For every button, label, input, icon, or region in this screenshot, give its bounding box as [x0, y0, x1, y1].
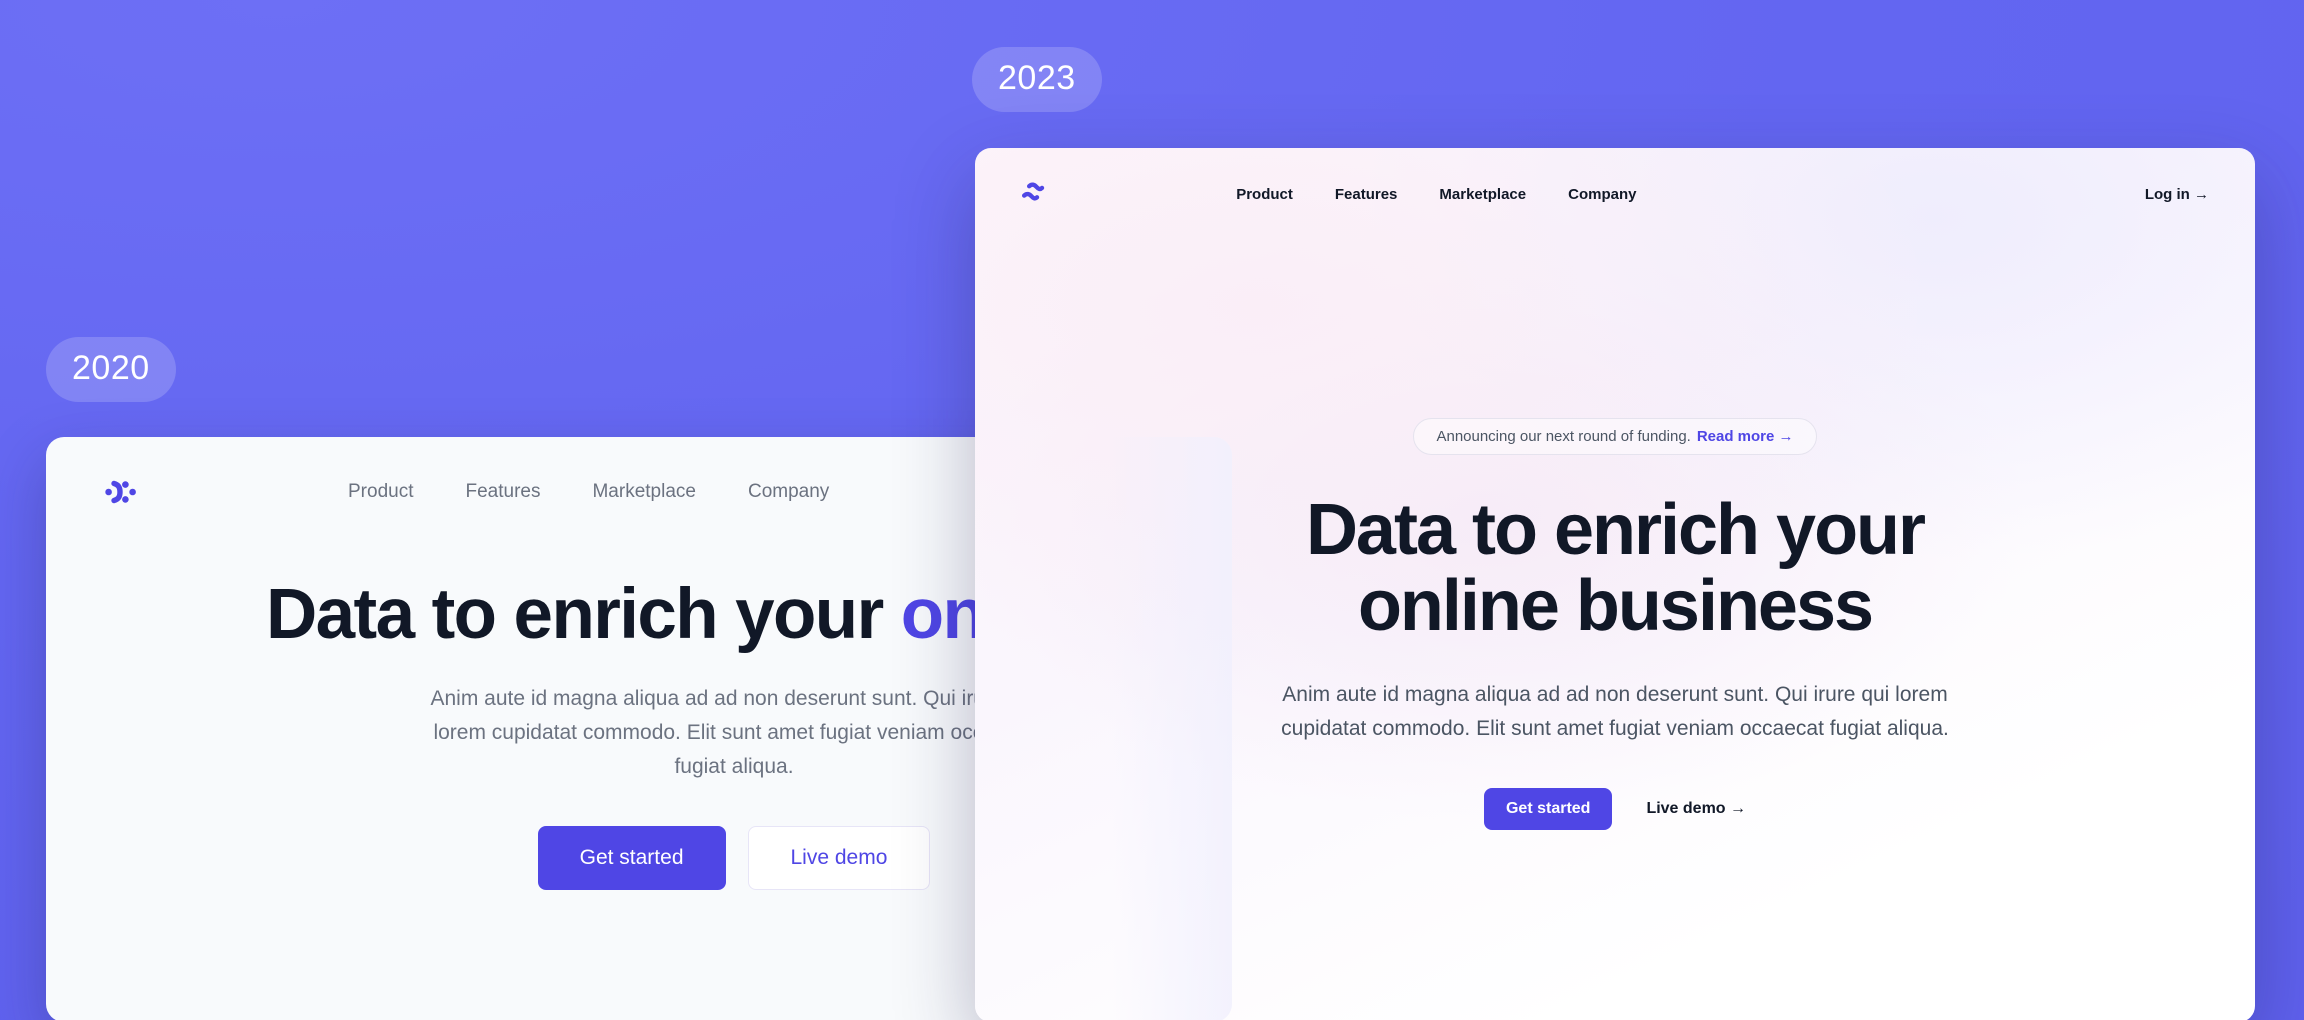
- nav-link-marketplace[interactable]: Marketplace: [1439, 186, 1526, 203]
- hero-2023: Announcing our next round of funding. Re…: [975, 418, 2255, 831]
- wave-mark-logo-icon[interactable]: [1021, 179, 1051, 209]
- heading-plain-text: Data to enrich your: [266, 575, 901, 654]
- hero-heading-2023: Data to enrich your online business: [1035, 490, 2195, 646]
- year-badge-2023: 2023: [972, 47, 1102, 112]
- navbar-2023: Product Features Marketplace Company Log…: [975, 148, 2255, 240]
- nav-link-company[interactable]: Company: [748, 481, 829, 503]
- announcement-banner[interactable]: Announcing our next round of funding. Re…: [1413, 418, 1817, 455]
- hero-paragraph-2023: Anim aute id magna aliqua ad ad non dese…: [1281, 683, 1949, 741]
- live-demo-link-2023[interactable]: Live demo →: [1646, 800, 1746, 818]
- nav-link-features[interactable]: Features: [465, 481, 540, 503]
- heading-line-2: online business: [1357, 565, 1874, 646]
- mockup-card-2023: Product Features Marketplace Company Log…: [975, 148, 2255, 1020]
- login-link[interactable]: Log in →: [2145, 186, 2209, 203]
- get-started-button-2023[interactable]: Get started: [1483, 788, 1613, 831]
- nav-link-marketplace[interactable]: Marketplace: [592, 481, 696, 503]
- nav-link-product[interactable]: Product: [1236, 186, 1293, 203]
- nav-link-features[interactable]: Features: [1335, 186, 1398, 203]
- heading-line-1: Data to enrich your: [1305, 490, 1926, 570]
- year-badge-2020: 2020: [46, 337, 176, 402]
- dots-cluster-logo-icon[interactable]: [104, 475, 138, 509]
- get-started-button-2020[interactable]: Get started: [537, 825, 726, 890]
- read-more-link[interactable]: Read more →: [1697, 428, 1794, 445]
- background-stage: Product Features Marketplace Company Dat…: [0, 0, 2304, 1020]
- cta-group-2023: Get started Live demo →: [1035, 788, 2195, 831]
- nav-link-product[interactable]: Product: [348, 481, 413, 503]
- nav-links-2023: Product Features Marketplace Company: [1236, 186, 1636, 203]
- announcement-text: Announcing our next round of funding.: [1436, 428, 1691, 445]
- nav-links-2020: Product Features Marketplace Company: [348, 481, 829, 503]
- live-demo-button-2020[interactable]: Live demo: [747, 825, 931, 890]
- hero-paragraph-2020: Anim aute id magna aliqua ad ad non dese…: [430, 686, 1038, 778]
- nav-link-company[interactable]: Company: [1568, 186, 1636, 203]
